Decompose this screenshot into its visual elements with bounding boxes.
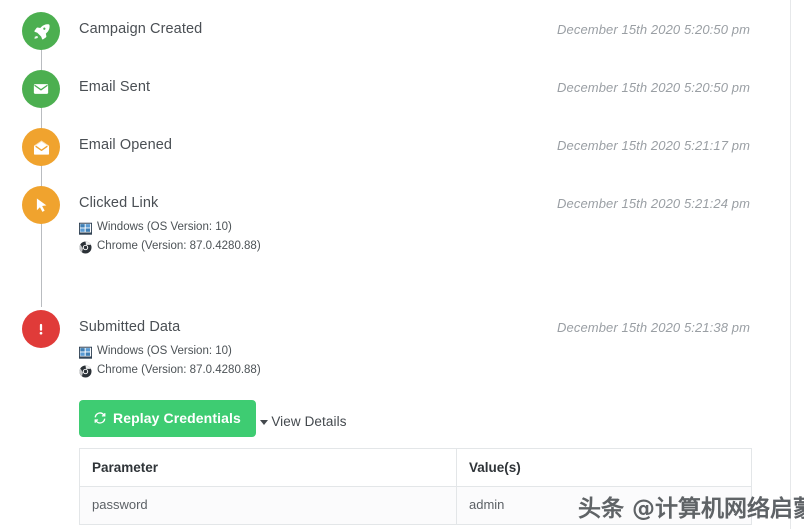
meta-row-os: Windows (OS Version: 10) — [79, 343, 750, 362]
exclamation-icon — [22, 310, 60, 348]
table-cell-value: admin — [456, 485, 752, 525]
meta-browser-text: Chrome (Version: 87.0.4280.88) — [97, 240, 261, 253]
timeline-event-submitted-data[interactable]: Submitted Data December 15th 2020 5:21:3… — [0, 280, 790, 525]
meta-os-text: Windows (OS Version: 10) — [97, 345, 232, 358]
view-details-label: View Details — [271, 413, 347, 429]
timeline-event-timestamp: December 15th 2020 5:20:50 pm — [557, 80, 750, 95]
cursor-click-icon — [22, 186, 60, 224]
event-timeline: Campaign Created December 15th 2020 5:20… — [0, 0, 790, 525]
table-row: password admin — [79, 485, 752, 525]
meta-os-text: Windows (OS Version: 10) — [97, 221, 232, 234]
timeline-event-timestamp: December 15th 2020 5:21:17 pm — [557, 138, 750, 153]
timeline-event-timestamp: December 15th 2020 5:21:38 pm — [557, 320, 750, 335]
envelope-closed-icon — [22, 70, 60, 108]
envelope-open-icon — [22, 128, 60, 166]
submitted-data-table: Parameter Value(s) password admin — [79, 447, 752, 525]
replay-credentials-label: Replay Credentials — [113, 409, 241, 426]
page-right-edge — [790, 0, 791, 529]
chrome-icon — [79, 240, 92, 254]
timeline-event-clicked-link[interactable]: Clicked Link December 15th 2020 5:21:24 … — [0, 180, 790, 280]
rocket-icon — [22, 12, 60, 50]
meta-row-os: Windows (OS Version: 10) — [79, 219, 750, 238]
timeline-event-timestamp: December 15th 2020 5:20:50 pm — [557, 22, 750, 37]
timeline-event-meta: Windows (OS Version: 10) Chrome (Version… — [79, 219, 750, 257]
phishing-campaign-timeline-page: Campaign Created December 15th 2020 5:20… — [0, 0, 804, 529]
replay-credentials-button[interactable]: Replay Credentials — [79, 399, 256, 437]
caret-down-icon — [260, 419, 269, 425]
windows-icon — [79, 346, 92, 359]
meta-row-browser: Chrome (Version: 87.0.4280.88) — [79, 362, 750, 381]
windows-icon — [79, 222, 92, 235]
table-cell-parameter: password — [79, 485, 457, 525]
meta-browser-text: Chrome (Version: 87.0.4280.88) — [97, 364, 261, 377]
table-header-values: Value(s) — [456, 447, 752, 487]
timeline-event-campaign-created[interactable]: Campaign Created December 15th 2020 5:20… — [0, 6, 790, 64]
meta-row-browser: Chrome (Version: 87.0.4280.88) — [79, 238, 750, 257]
timeline-event-email-sent[interactable]: Email Sent December 15th 2020 5:20:50 pm — [0, 64, 790, 122]
view-details-toggle[interactable]: View Details — [260, 414, 346, 429]
chrome-icon — [79, 364, 92, 378]
timeline-event-timestamp: December 15th 2020 5:21:24 pm — [557, 196, 750, 211]
timeline-event-meta: Windows (OS Version: 10) Chrome (Version… — [79, 343, 750, 381]
table-header-row: Parameter Value(s) — [79, 447, 752, 487]
table-header-parameter: Parameter — [79, 447, 457, 487]
refresh-icon — [93, 411, 107, 425]
timeline-event-email-opened[interactable]: Email Opened December 15th 2020 5:21:17 … — [0, 122, 790, 180]
